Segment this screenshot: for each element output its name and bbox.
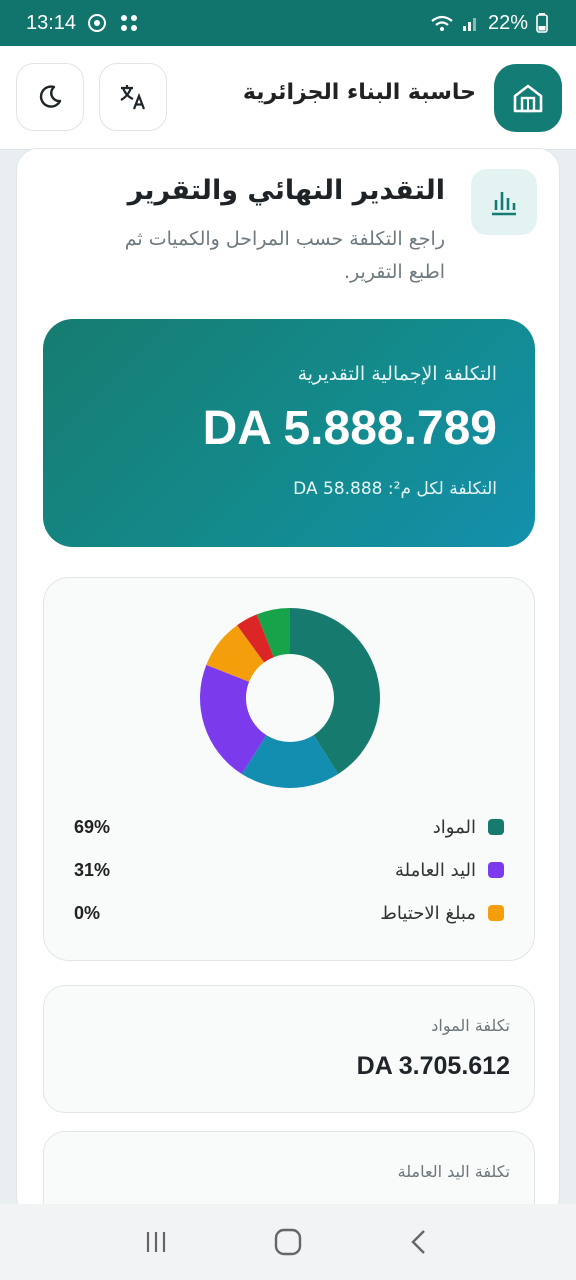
status-time: 13:14	[26, 11, 77, 34]
wifi-icon	[430, 13, 454, 33]
total-cost-label: التكلفة الإجمالية التقديرية	[297, 363, 497, 385]
materials-cost-label: تكلفة المواد	[431, 1016, 510, 1035]
moon-icon	[39, 85, 62, 108]
total-cost-value: DA 5.888.789	[202, 402, 497, 455]
back-button[interactable]	[400, 1222, 440, 1262]
legend-pct: 69%	[74, 816, 111, 837]
recents-button[interactable]	[136, 1222, 176, 1262]
back-icon	[411, 1230, 425, 1254]
section-icon-box	[471, 169, 537, 235]
cost-per-m2: التكلفة لكل م²: 58.888 DA	[293, 479, 497, 499]
home-icon	[513, 84, 543, 113]
theme-toggle-button[interactable]	[16, 63, 84, 131]
battery-percent: 22%	[487, 11, 528, 34]
legend-swatch	[488, 862, 504, 878]
section-subtitle: راجع التكلفة حسب المراحل والكميات ثم اطب…	[124, 228, 445, 283]
legend-label: المواد	[432, 816, 476, 838]
legend-swatch	[488, 905, 504, 921]
legend-pct: 0%	[74, 902, 101, 923]
legend-row: 69% المواد	[74, 812, 504, 842]
battery-icon	[536, 13, 548, 33]
labor-cost-label: تكلفة اليد العاملة	[397, 1162, 510, 1181]
materials-cost-value: DA 3.705.612	[356, 1052, 510, 1080]
home-button[interactable]	[494, 64, 562, 132]
translate-icon	[120, 85, 146, 110]
legend-label: مبلغ الاحتياط	[380, 902, 476, 924]
status-bar: 13:14 22%	[0, 0, 576, 46]
materials-cost-card: تكلفة المواد DA 3.705.612	[43, 985, 535, 1113]
grid-notification-icon	[118, 12, 140, 34]
signal-icon	[462, 14, 480, 32]
language-button[interactable]	[99, 63, 167, 131]
chart-card: 69% المواد 31% اليد العاملة 0% مبلغ الاح…	[43, 577, 535, 961]
legend-row: 0% مبلغ الاحتياط	[74, 898, 504, 928]
app-header: حاسبة البناء الجزائرية	[0, 46, 576, 150]
cost-donut-chart	[200, 608, 380, 788]
legend-pct: 31%	[74, 859, 111, 880]
home-circle-icon	[274, 1228, 302, 1256]
section-title: التقدير النهائي والتقرير	[127, 175, 445, 206]
legend-swatch	[488, 819, 504, 835]
total-cost-card: التكلفة الإجمالية التقديرية DA 5.888.789…	[43, 319, 535, 547]
home-nav-button[interactable]	[268, 1222, 308, 1262]
app-title: حاسبة البناء الجزائرية	[242, 80, 476, 105]
legend-label: اليد العاملة	[395, 859, 476, 881]
recents-icon	[146, 1232, 166, 1252]
bar-chart-icon	[492, 192, 516, 216]
app-notification-icon	[86, 12, 108, 34]
system-nav-bar	[0, 1204, 576, 1280]
legend-row: 31% اليد العاملة	[74, 855, 504, 885]
estimate-card: التقدير النهائي والتقرير راجع التكلفة حس…	[16, 148, 560, 1259]
